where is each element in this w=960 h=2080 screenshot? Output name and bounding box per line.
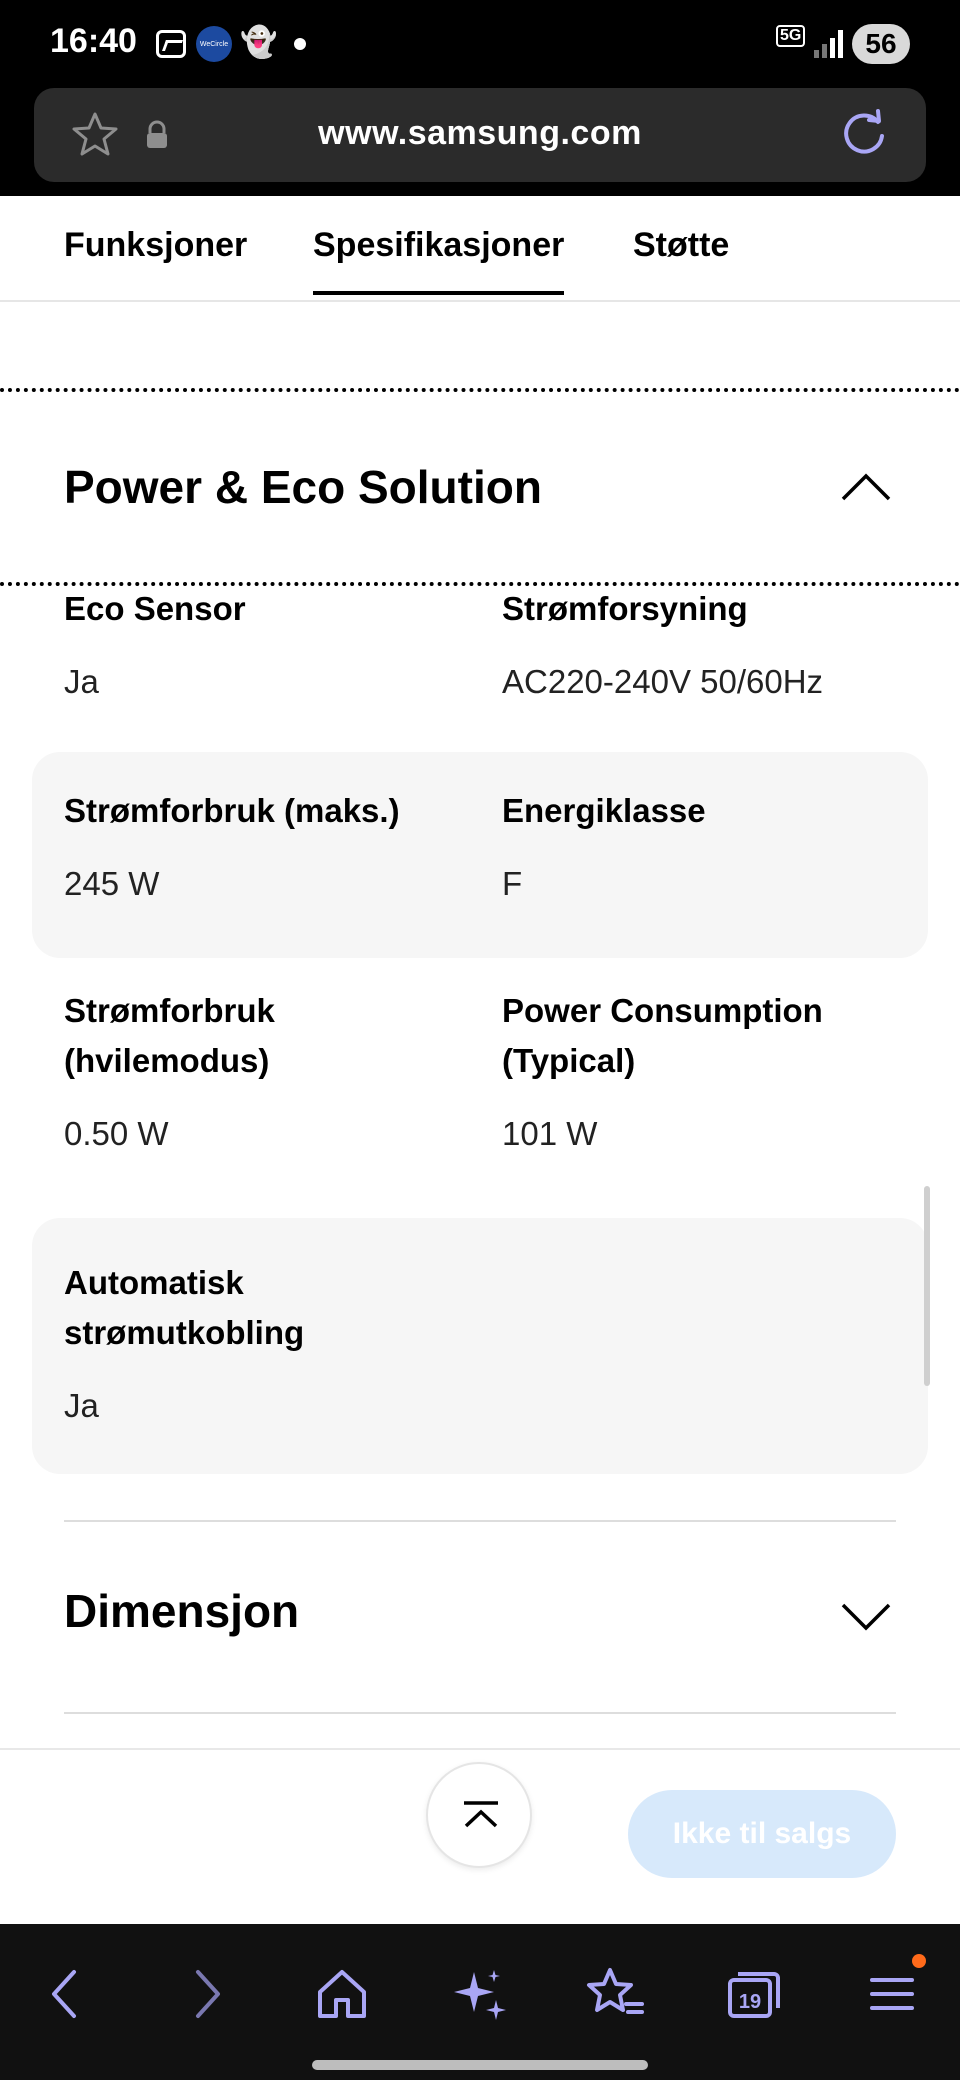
battery-level: 56 <box>852 24 910 64</box>
section-title-dimension[interactable]: Dimensjon <box>64 1584 299 1638</box>
spec-label: Eco Sensor <box>64 590 246 627</box>
spec-cell: Strømforsyning AC220-240V 50/60Hz <box>502 584 892 706</box>
address-bar[interactable]: www.samsung.com <box>34 88 926 182</box>
tab-count: 19 <box>739 1991 761 2013</box>
spec-value: 101 W <box>502 1115 598 1152</box>
browser-nav-bar: 19 <box>0 1924 960 2080</box>
menu-icon[interactable] <box>862 1964 922 2024</box>
notification-dot <box>912 1954 926 1968</box>
tabs-icon[interactable]: 19 <box>724 1964 784 2024</box>
spec-label-line: (Typical) <box>502 1042 636 1079</box>
section-title-power-eco[interactable]: Power & Eco Solution <box>64 460 542 514</box>
browser-toolbar: www.samsung.com <box>0 88 960 196</box>
chevron-down-icon[interactable] <box>840 1602 892 1632</box>
gallery-notification-icon <box>156 30 186 58</box>
ai-sparkle-icon[interactable] <box>450 1964 510 2024</box>
spec-label: Strømforbruk (maks.) <box>64 792 400 829</box>
spec-row: Automatisk strømutkobling Ja <box>32 1218 928 1474</box>
spec-label: Strømforbruk (hvilemodus) <box>64 986 454 1086</box>
tab-support[interactable]: Støtte <box>633 226 729 265</box>
wecircle-notification-icon: WeCircle <box>196 26 232 62</box>
divider <box>64 1520 896 1522</box>
spec-label: Energiklasse <box>502 792 706 829</box>
spec-cell: Strømforbruk (hvilemodus) 0.50 W <box>64 986 454 1158</box>
chevron-up-icon[interactable] <box>840 472 892 502</box>
forward-icon[interactable] <box>176 1964 236 2024</box>
product-tabs: Funksjoner Spesifikasjoner Støtte <box>0 196 960 302</box>
arrow-to-top-icon <box>464 1801 498 1828</box>
spec-cell: Eco Sensor Ja <box>64 584 454 706</box>
spec-row: Strømforbruk (hvilemodus) 0.50 W Power C… <box>32 986 928 1176</box>
spec-label: Strømforsyning <box>502 590 748 627</box>
status-time: 16:40 <box>50 22 137 60</box>
spec-value: 245 W <box>64 865 160 902</box>
spec-cell: Energiklasse F <box>502 786 892 908</box>
home-indicator[interactable] <box>312 2060 648 2070</box>
spec-value: Ja <box>64 1387 99 1424</box>
tab-specifications[interactable]: Spesifikasjoner <box>313 226 565 295</box>
spec-row: Strømforbruk (maks.) 245 W Energiklasse … <box>32 752 928 958</box>
signal-strength-icon <box>814 28 844 58</box>
spec-label-line: Automatisk <box>64 1264 244 1301</box>
not-for-sale-button[interactable]: Ikke til salgs <box>628 1790 896 1878</box>
spec-label-line: Strømforbruk <box>64 992 275 1029</box>
spec-label-line: (hvilemodus) <box>64 1042 270 1079</box>
url-text[interactable]: www.samsung.com <box>34 114 926 153</box>
spec-cell: Strømforbruk (maks.) 245 W <box>64 786 454 908</box>
divider <box>64 1712 896 1714</box>
snapchat-notification-icon: 👻 <box>240 26 278 59</box>
web-page: Funksjoner Spesifikasjoner Støtte Power … <box>0 196 960 1924</box>
spec-label-line: strømutkobling <box>64 1314 305 1351</box>
tab-features[interactable]: Funksjoner <box>64 226 247 265</box>
spec-value: 0.50 W <box>64 1115 169 1152</box>
scroll-to-top-button[interactable] <box>426 1762 532 1868</box>
spec-row: Eco Sensor Ja Strømforsyning AC220-240V … <box>32 584 928 734</box>
page-scrollbar[interactable] <box>924 1186 930 1386</box>
network-type-badge: 5G <box>776 25 806 47</box>
spec-value: AC220-240V 50/60Hz <box>502 663 824 700</box>
spec-cell: Automatisk strømutkobling Ja <box>64 1258 454 1430</box>
back-icon[interactable] <box>36 1964 96 2024</box>
spec-cell: Power Consumption (Typical) 101 W <box>502 986 892 1158</box>
spec-label-line: Power Consumption <box>502 992 823 1029</box>
spec-label: Automatisk strømutkobling <box>64 1258 454 1358</box>
home-icon[interactable] <box>312 1964 372 2024</box>
section-divider-top <box>0 388 960 392</box>
spec-value: Ja <box>64 663 99 700</box>
spec-label: Power Consumption (Typical) <box>502 986 892 1086</box>
sticky-action-bar: Ikke til salgs <box>0 1748 960 1924</box>
reload-icon[interactable] <box>838 108 890 160</box>
spec-value: F <box>502 865 523 902</box>
status-bar: 16:40 WeCircle 👻 5G 56 <box>0 0 960 88</box>
more-notifications-dot-icon <box>294 38 306 50</box>
bookmarks-icon[interactable] <box>586 1964 646 2024</box>
